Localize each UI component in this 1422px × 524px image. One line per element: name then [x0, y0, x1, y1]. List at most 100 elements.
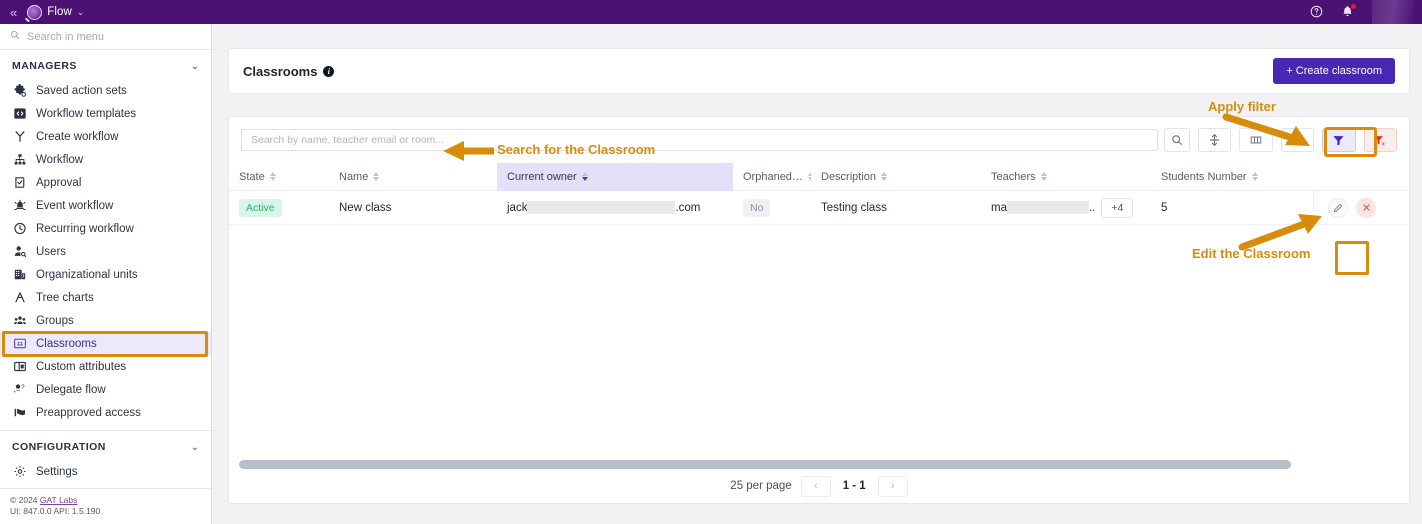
edit-classroom-button[interactable] [1328, 197, 1348, 218]
copyright-text: © 2024 [10, 495, 40, 505]
sidebar-item-label: Delegate flow [36, 383, 106, 396]
column-header-orphaned[interactable]: Orphaned… [733, 163, 811, 191]
sidebar-item-label: Preapproved access [36, 406, 141, 419]
sidebar-item-approval[interactable]: Approval [0, 171, 211, 194]
cell-description: Testing class [821, 201, 887, 214]
search-icon [10, 30, 20, 43]
table-row[interactable]: Active New class jack .com No Testing cla… [229, 191, 1409, 225]
branch-icon [12, 130, 27, 144]
cell-teachers: ma.. +4 [981, 191, 1151, 225]
column-label: Name [339, 170, 369, 183]
row-height-button[interactable] [1198, 128, 1232, 152]
column-header-name[interactable]: Name [329, 163, 497, 191]
filter-button[interactable] [1322, 128, 1356, 152]
column-header-description[interactable]: Description [811, 163, 981, 191]
sidebar-item-settings[interactable]: Settings [0, 460, 211, 483]
column-header-teachers[interactable]: Teachers [981, 163, 1151, 191]
create-classroom-button[interactable]: + Create classroom [1273, 58, 1395, 84]
redaction-bar [1006, 201, 1089, 214]
sidebar-item-classrooms[interactable]: Classrooms [0, 332, 211, 355]
clear-filter-button[interactable]: x [1363, 128, 1397, 152]
chevron-down-icon[interactable]: ⌄ [191, 61, 199, 72]
columns-button[interactable] [1239, 128, 1273, 152]
refresh-button[interactable] [1280, 128, 1315, 152]
sidebar-group-managers-header[interactable]: MANAGERS ⌄ [0, 50, 211, 79]
horizontal-scrollbar[interactable] [239, 460, 1401, 469]
scrollbar-thumb[interactable] [239, 460, 1291, 469]
column-label: Current owner [507, 170, 577, 183]
sort-icon[interactable] [269, 172, 276, 181]
classrooms-table: State Name Current owner Orphaned… Descr… [229, 162, 1409, 275]
sidebar-item-organizational-units[interactable]: Organizational units [0, 263, 211, 286]
sort-icon[interactable] [881, 172, 888, 181]
template-icon [12, 107, 27, 121]
groups-icon [12, 314, 27, 328]
sidebar-item-label: Groups [36, 314, 74, 327]
column-header-state[interactable]: State [229, 163, 329, 191]
notification-dot [1351, 3, 1356, 9]
sidebar-group-configuration-header[interactable]: CONFIGURATION ⌄ [0, 431, 211, 460]
info-icon[interactable]: i [323, 65, 335, 77]
owner-prefix: jack [507, 201, 528, 214]
sort-icon[interactable] [581, 172, 588, 181]
help-icon[interactable] [1310, 5, 1323, 20]
sidebar-item-workflow[interactable]: Workflow [0, 148, 211, 171]
sidebar-item-label: Approval [36, 176, 82, 189]
cell-current-owner: jack .com [497, 191, 733, 225]
page-title: Classrooms [243, 63, 318, 79]
menu-search[interactable]: Search in menu [0, 24, 211, 50]
chevron-down-icon[interactable]: ⌄ [77, 7, 85, 18]
table-toolbar: Search by name, teacher email or room... [229, 117, 1409, 163]
top-bar-right [1310, 0, 1422, 24]
classrooms-card: Search by name, teacher email or room... [228, 116, 1410, 504]
teachers-suffix: .. [1088, 201, 1096, 214]
sidebar-group-title: CONFIGURATION [12, 441, 106, 453]
cell-students-number: 5 [1161, 201, 1168, 214]
column-label: State [239, 170, 265, 183]
search-button[interactable] [1163, 128, 1191, 152]
next-page-button[interactable]: › [877, 475, 908, 497]
avatar[interactable] [1372, 0, 1414, 24]
top-bar-left: « Flow ⌄ [0, 4, 85, 20]
gat-labs-link[interactable]: GAT Labs [40, 495, 77, 505]
user-search-icon [12, 245, 27, 259]
sidebar-item-label: Organizational units [36, 268, 138, 281]
sidebar-item-custom-attributes[interactable]: Custom attributes [0, 355, 211, 378]
sidebar-item-event-workflow[interactable]: Event workflow [0, 194, 211, 217]
per-page-label[interactable]: 25 per page [730, 480, 791, 492]
clock-icon [12, 222, 27, 236]
prev-page-button[interactable]: ‹ [800, 475, 831, 497]
sidebar-item-saved-action-sets[interactable]: Saved action sets [0, 79, 211, 102]
brand[interactable]: Flow ⌄ [27, 4, 85, 20]
sidebar-item-preapproved-access[interactable]: Preapproved access [0, 401, 211, 424]
delete-classroom-button[interactable] [1356, 197, 1376, 218]
sidebar-item-delegate-flow[interactable]: ? Delegate flow [0, 378, 211, 401]
access-icon [12, 406, 27, 420]
chevron-down-icon[interactable]: ⌄ [191, 442, 199, 453]
pagination: 25 per page ‹ 1 - 1 › [229, 469, 1409, 503]
sort-icon[interactable] [1040, 172, 1047, 181]
sidebar-item-workflow-templates[interactable]: Workflow templates [0, 102, 211, 125]
highlight-box-edit-button [1335, 241, 1369, 275]
column-label: Orphaned… [743, 170, 803, 183]
approval-icon [12, 176, 27, 190]
sidebar-item-label: Event workflow [36, 199, 114, 212]
version-line: UI: 847.0.0 API: 1.5.190 [10, 506, 101, 516]
search-input[interactable]: Search by name, teacher email or room... [241, 129, 1158, 151]
gear-icon [12, 465, 27, 479]
collapse-sidebar-icon[interactable]: « [10, 6, 17, 19]
column-header-current-owner[interactable]: Current owner [497, 162, 733, 191]
top-bar: « Flow ⌄ [0, 0, 1422, 24]
teachers-more-chip[interactable]: +4 [1101, 197, 1134, 218]
column-header-students-number[interactable]: Students Number [1151, 163, 1331, 191]
sidebar-item-recurring-workflow[interactable]: Recurring workflow [0, 217, 211, 240]
notifications-bell-icon[interactable] [1341, 3, 1356, 20]
sidebar-item-create-workflow[interactable]: Create workflow [0, 125, 211, 148]
sidebar-item-groups[interactable]: Groups [0, 309, 211, 332]
sort-icon[interactable] [1251, 172, 1258, 181]
tree-chart-icon [12, 291, 27, 305]
delegate-icon: ? [12, 383, 27, 397]
sidebar-item-users[interactable]: Users [0, 240, 211, 263]
sidebar-item-tree-charts[interactable]: Tree charts [0, 286, 211, 309]
sort-icon[interactable] [373, 172, 380, 181]
